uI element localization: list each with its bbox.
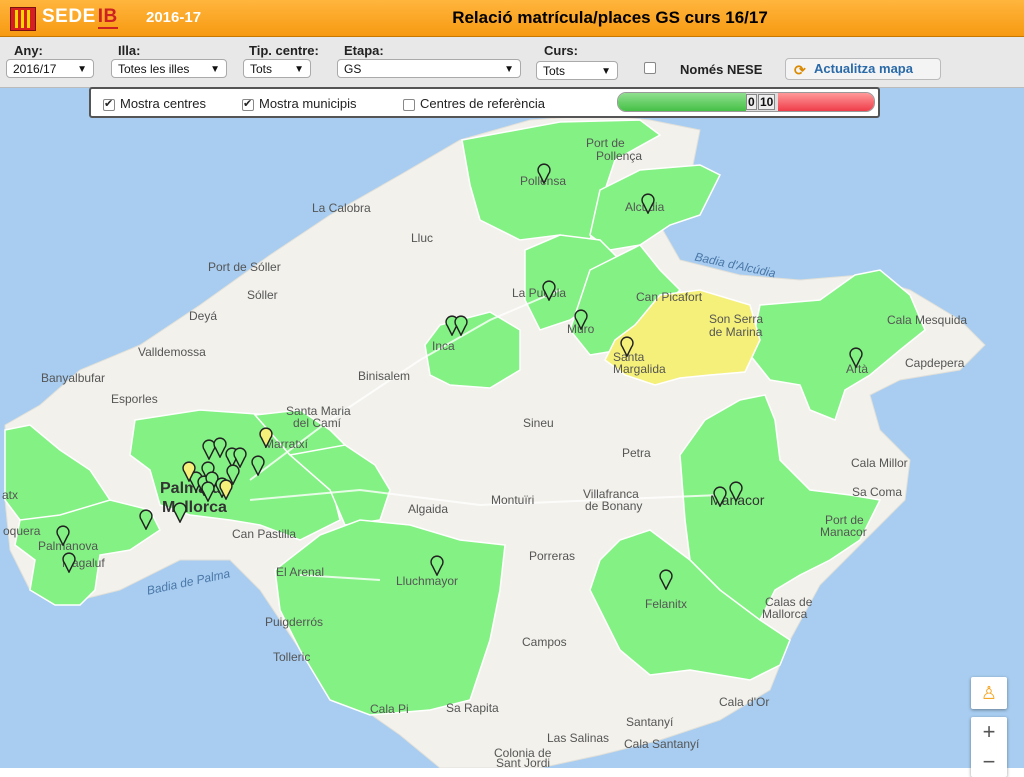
year-label: 2016-17 bbox=[146, 9, 202, 26]
reference-centres-label: Centres de referència bbox=[420, 96, 546, 111]
show-municipis-checkbox[interactable] bbox=[242, 97, 254, 111]
any-value: 2016/17 bbox=[13, 62, 57, 76]
show-municipis-option[interactable]: Mostra municipis bbox=[242, 96, 357, 111]
show-municipis-label: Mostra municipis bbox=[259, 96, 357, 111]
chevron-down-icon: ▼ bbox=[294, 64, 304, 75]
tip-centre-value: Tots bbox=[250, 62, 273, 76]
street-view-pegman-icon[interactable]: ♙ bbox=[971, 677, 1007, 709]
show-centres-label: Mostra centres bbox=[120, 96, 206, 111]
show-centres-checkbox[interactable] bbox=[103, 97, 115, 111]
map[interactable] bbox=[0, 88, 1024, 768]
chevron-down-icon: ▼ bbox=[504, 64, 514, 75]
curs-value: Tots bbox=[543, 64, 566, 78]
chevron-down-icon: ▼ bbox=[77, 64, 87, 75]
zoom-in-button[interactable]: + bbox=[971, 717, 1007, 747]
app-header: SEDE IB 2016-17 Relació matrícula/places … bbox=[0, 0, 1024, 37]
map-canvas bbox=[0, 88, 1024, 768]
illa-select[interactable]: Totes les illes ▼ bbox=[111, 59, 227, 78]
illa-label: Illa: bbox=[118, 43, 141, 58]
curs-label: Curs: bbox=[544, 43, 578, 58]
update-map-label: Actualitza mapa bbox=[814, 61, 913, 76]
etapa-select[interactable]: GS ▼ bbox=[337, 59, 521, 78]
update-map-button[interactable]: ⟳ Actualitza mapa bbox=[785, 58, 941, 80]
nese-checkbox[interactable] bbox=[644, 62, 656, 74]
etapa-label: Etapa: bbox=[344, 43, 384, 58]
show-centres-option[interactable]: Mostra centres bbox=[103, 96, 206, 111]
logo-icon bbox=[10, 7, 36, 31]
scale-max: 10 bbox=[758, 94, 776, 110]
tip-centre-label: Tip. centre: bbox=[249, 43, 319, 58]
tip-centre-select[interactable]: Tots ▼ bbox=[243, 59, 311, 78]
etapa-value: GS bbox=[344, 62, 362, 76]
brand: SEDE IB bbox=[42, 6, 118, 29]
color-scale: 0 10 bbox=[617, 92, 875, 112]
reference-centres-option[interactable]: Centres de referència bbox=[403, 96, 545, 111]
any-label: Any: bbox=[14, 43, 43, 58]
brand-main: SEDE bbox=[42, 6, 96, 27]
zoom-control: + − bbox=[971, 717, 1007, 777]
nese-label: Només NESE bbox=[680, 62, 763, 77]
zoom-out-button[interactable]: − bbox=[971, 747, 1007, 777]
reference-centres-checkbox[interactable] bbox=[403, 98, 415, 111]
chevron-down-icon: ▼ bbox=[210, 64, 220, 75]
scale-min: 0 bbox=[746, 94, 757, 110]
illa-value: Totes les illes bbox=[118, 62, 190, 76]
any-select[interactable]: 2016/17 ▼ bbox=[6, 59, 94, 78]
brand-ib: IB bbox=[97, 6, 118, 29]
chevron-down-icon: ▼ bbox=[601, 66, 611, 77]
refresh-icon: ⟳ bbox=[794, 62, 806, 78]
curs-select[interactable]: Tots ▼ bbox=[536, 61, 618, 80]
page-title: Relació matrícula/places GS curs 16/17 bbox=[452, 8, 768, 27]
